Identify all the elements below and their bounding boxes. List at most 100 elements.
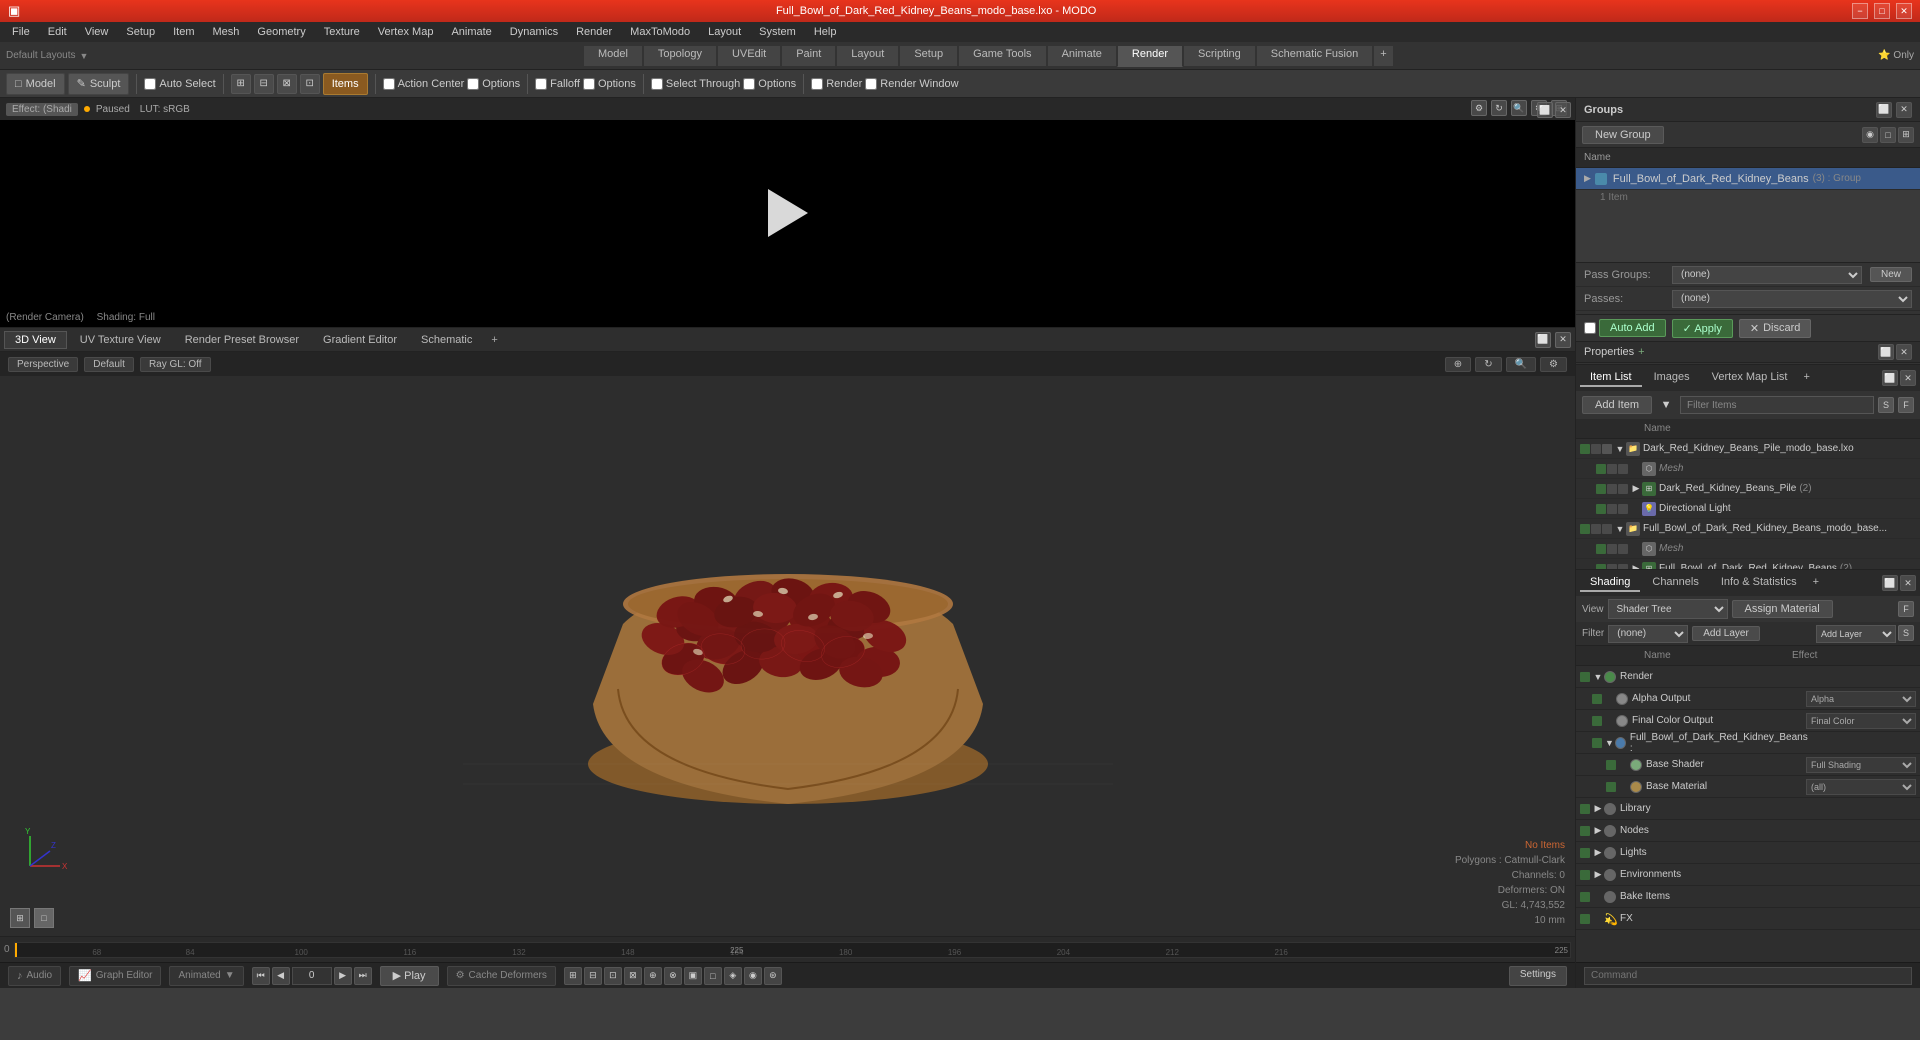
vis-render-btn-7[interactable] [1618,564,1628,570]
minimize-button[interactable]: − [1852,3,1868,19]
ctrl-4[interactable]: ⊠ [624,967,642,985]
sh-eye-btn-12[interactable] [1580,914,1590,924]
ctrl-3[interactable]: ⊡ [604,967,622,985]
vp-icon-2[interactable]: ↻ [1475,357,1501,372]
menu-maxtomodo[interactable]: MaxToModo [622,24,698,40]
ctrl-7[interactable]: ▣ [684,967,702,985]
first-frame-button[interactable]: ⏮ [252,967,270,985]
sh-effect-select-3[interactable]: Full Shading [1806,757,1916,773]
apply-button[interactable]: ✓ Apply [1672,319,1733,338]
sh-effect-select-4[interactable]: (all) [1806,779,1916,795]
tree-row-mesh1[interactable]: ⬡ Mesh [1576,459,1920,479]
add-item-button[interactable]: Add Item [1582,396,1652,414]
tab-game-tools[interactable]: Game Tools [958,45,1047,67]
vp-icon-4[interactable]: ⚙ [1540,357,1567,372]
vp-tab-plus[interactable]: + [485,332,503,348]
items-button[interactable]: Items [323,73,368,95]
tab-layout[interactable]: Layout [836,45,899,67]
vis-eye-btn-6[interactable] [1596,544,1606,554]
tab-topology[interactable]: Topology [643,45,717,67]
sh-row-nodes[interactable]: ▶ Nodes [1576,820,1920,842]
menu-layout[interactable]: Layout [700,24,749,40]
vis-lock-btn-2[interactable] [1607,464,1617,474]
tree-row-scene1[interactable]: ▼ 📁 Dark_Red_Kidney_Beans_Pile_modo_base… [1576,439,1920,459]
groups-close-icon[interactable]: ✕ [1896,102,1912,118]
vp-corner-icon-1[interactable]: ⊞ [10,908,30,928]
3d-viewport[interactable]: Perspective Default Ray GL: Off ⊕ ↻ 🔍 ⚙ [0,352,1575,936]
sh-effect-select-2[interactable]: Final Color [1806,713,1916,729]
sh-eye-btn-10[interactable] [1580,870,1590,880]
tree-row-beans[interactable]: ▶ ⊞ Dark_Red_Kidney_Beans_Pile (2) [1576,479,1920,499]
tab-animate[interactable]: Animate [1047,45,1117,67]
menu-item[interactable]: Item [165,24,202,40]
pass-groups-select[interactable]: (none) [1672,266,1862,284]
vis-render-btn-6[interactable] [1618,544,1628,554]
menu-mesh[interactable]: Mesh [205,24,248,40]
menu-animate[interactable]: Animate [443,24,499,40]
props-expand-icon[interactable]: ⬜ [1878,344,1894,360]
render-ctrl-2[interactable]: ↻ [1491,100,1507,116]
tab-plus[interactable]: + [1799,369,1813,387]
menu-dynamics[interactable]: Dynamics [502,24,566,40]
ctrl-2[interactable]: ⊟ [584,967,602,985]
tab-images[interactable]: Images [1644,369,1700,387]
play-button-bar[interactable]: ▶ Play [380,966,439,986]
render-window-checkbox[interactable]: Render Window [865,78,958,90]
audio-button[interactable]: ♪ Audio [8,966,61,986]
sh-eye-btn-6[interactable] [1606,782,1616,792]
expand-icon-3[interactable]: ▶ [1630,483,1642,494]
sh-expand-4[interactable]: ▼ [1604,738,1615,748]
sh-row-render[interactable]: ▼ Render [1576,666,1920,688]
ctrl-10[interactable]: ◉ [744,967,762,985]
filter-items-input[interactable]: Filter Items [1680,396,1874,414]
auto-add-button[interactable]: Auto Add [1599,319,1666,337]
play-button[interactable] [768,189,808,237]
groups-expand-icon[interactable]: ⬜ [1876,102,1892,118]
expand-icon-5[interactable]: ▼ [1614,524,1626,534]
sh-expand-8[interactable]: ▶ [1592,825,1604,836]
add-item-dropdown[interactable]: ▼ [1656,396,1676,414]
falloff-checkbox[interactable]: Falloff [535,78,580,90]
ctrl-11[interactable]: ⊛ [764,967,782,985]
groups-icon-2[interactable]: □ [1880,127,1896,143]
sculpt-mode-button[interactable]: ✎ Sculpt [68,73,130,95]
menu-system[interactable]: System [751,24,804,40]
filter-button[interactable]: F [1898,397,1914,413]
properties-plus-icon[interactable]: + [1638,346,1644,358]
tree-row-bowl[interactable]: ▶ ⊞ Full_Bowl_of_Dark_Red_Kidney_Beans (… [1576,559,1920,569]
sh-row-full-bowl[interactable]: ▼ Full_Bowl_of_Dark_Red_Kidney_Beans : [1576,732,1920,754]
vis-lock-btn-3[interactable] [1607,484,1617,494]
vis-eye-btn-2[interactable] [1596,464,1606,474]
render-ctrl-1[interactable]: ⚙ [1471,100,1487,116]
raygl-button[interactable]: Ray GL: Off [140,357,211,372]
options2-checkbox[interactable]: Options [583,78,636,90]
sh-effect-select-1[interactable]: Alpha [1806,691,1916,707]
discard-button[interactable]: ✕ Discard [1739,319,1812,338]
sh-row-final-color[interactable]: Final Color Output Final Color [1576,710,1920,732]
sh-expand-10[interactable]: ▶ [1592,869,1604,880]
new-group-button[interactable]: New Group [1582,126,1664,144]
vp-icon-1[interactable]: ⊕ [1445,357,1471,372]
prev-frame-button[interactable]: ◀ [272,967,290,985]
default-button[interactable]: Default [84,357,134,372]
group-item[interactable]: ▶ Full_Bowl_of_Dark_Red_Kidney_Beans (3)… [1576,168,1920,190]
vis-eye-btn-4[interactable] [1596,504,1606,514]
vis-lock-btn-6[interactable] [1607,544,1617,554]
vp-tab-schematic[interactable]: Schematic [410,331,483,349]
sh-expand-7[interactable]: ▶ [1592,803,1604,814]
action-center-checkbox[interactable]: Action Center [383,78,465,90]
select-icon-btn-2[interactable]: ⊟ [254,74,274,94]
tab-item-list[interactable]: Item List [1580,369,1642,387]
tree-row-dir-light1[interactable]: 💡 Directional Light [1576,499,1920,519]
groups-icon-3[interactable]: ⊞ [1898,127,1914,143]
sh-row-lights[interactable]: ▶ Lights [1576,842,1920,864]
vis-lock-btn-7[interactable] [1607,564,1617,570]
sh-eye-btn-5[interactable] [1606,760,1616,770]
sh-row-base-shader[interactable]: Base Shader Full Shading [1576,754,1920,776]
tab-schematic[interactable]: Schematic Fusion [1256,45,1373,67]
sh-eye-btn-8[interactable] [1580,826,1590,836]
tab-render[interactable]: Render [1117,45,1183,67]
sh-row-alpha[interactable]: Alpha Output Alpha [1576,688,1920,710]
tab-setup[interactable]: Setup [899,45,958,67]
sh-row-base-material[interactable]: Base Material (all) [1576,776,1920,798]
